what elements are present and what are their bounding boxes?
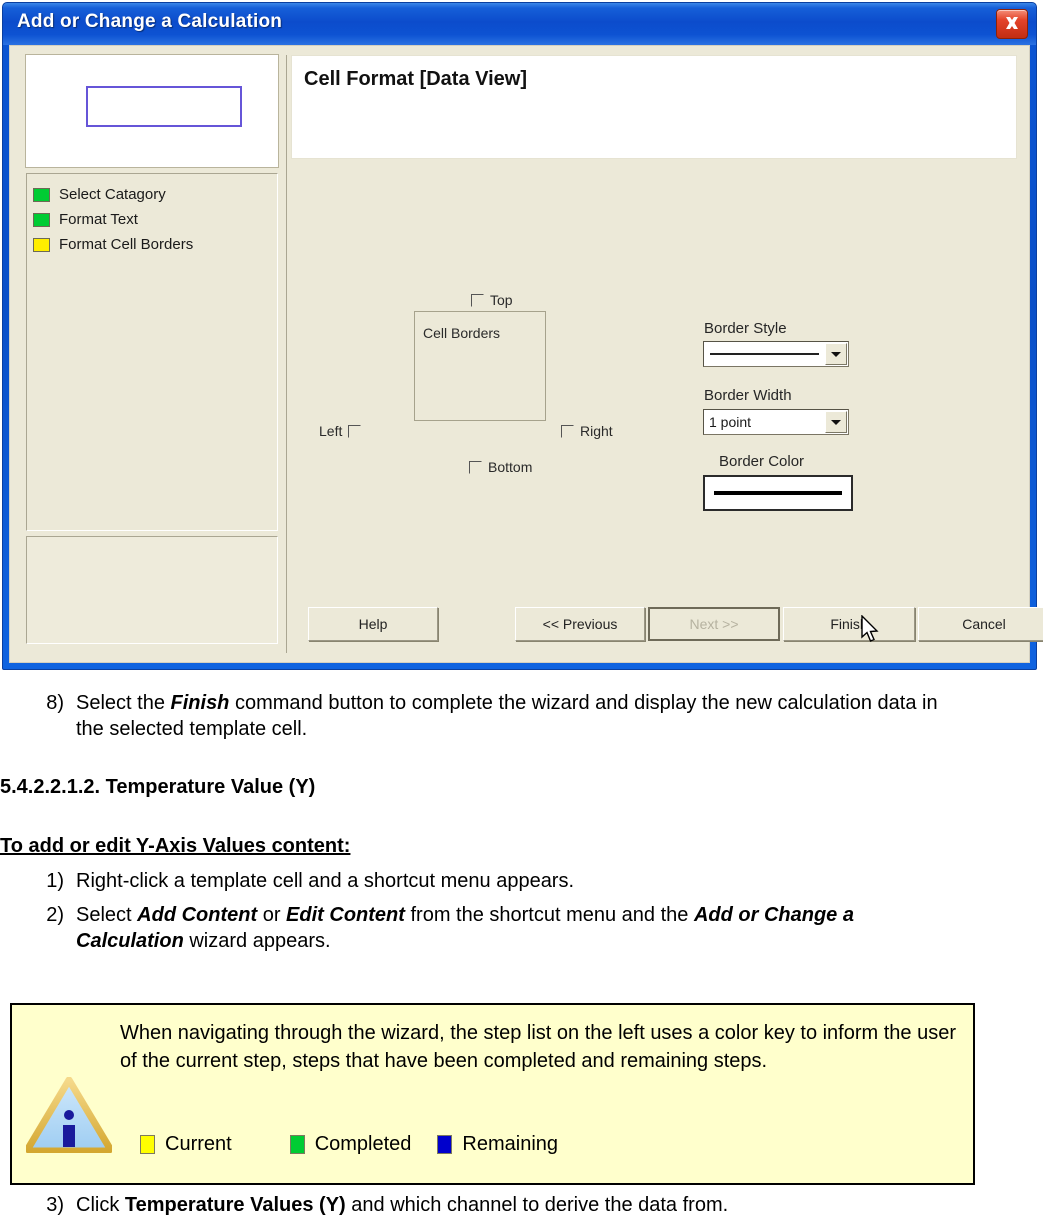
- list-number: 1): [46, 870, 64, 892]
- list-number: 8): [46, 692, 64, 714]
- dialog-footer: Help << Previous Next >> Finish Cancel: [291, 603, 1043, 651]
- color-swatch: [437, 1135, 453, 1154]
- checkbox-label: Top: [490, 292, 513, 308]
- border-width-dropdown[interactable]: 1 point: [703, 409, 849, 435]
- mouse-cursor-icon: [861, 615, 879, 642]
- checkbox-border-left[interactable]: Left: [319, 423, 362, 439]
- color-key-label: Current: [165, 1133, 232, 1155]
- sidebar-info-panel: [26, 536, 278, 644]
- step-status-swatch: [33, 212, 50, 227]
- border-color-line: [713, 491, 843, 495]
- close-icon: [1006, 17, 1018, 29]
- note-text: When navigating through the wizard, the …: [120, 1022, 957, 1072]
- chevron-down-icon[interactable]: [825, 411, 847, 433]
- color-key: Current Completed Remaining: [140, 1133, 558, 1156]
- sidebar-step-label: Format Text: [59, 211, 138, 228]
- sidebar-step-label: Select Catagory: [59, 186, 166, 203]
- cell-borders-legend: Cell Borders: [419, 325, 505, 341]
- step-status-swatch: [33, 237, 50, 252]
- previous-button[interactable]: << Previous: [515, 607, 645, 641]
- cancel-button[interactable]: Cancel: [918, 607, 1043, 641]
- dialog-screenshot: Add or Change a Calculation Select Catag…: [0, 0, 1043, 680]
- checkbox-border-top[interactable]: Top: [471, 292, 513, 308]
- checkbox-box: [348, 424, 362, 438]
- wizard-step-list: Select Catagory Format Text Format Cell …: [26, 173, 278, 531]
- procedure-subheading: To add or edit Y-Axis Values content:: [0, 835, 351, 857]
- main-header: Cell Format [Data View]: [291, 55, 1017, 159]
- sidebar-step-select-catagory[interactable]: Select Catagory: [33, 182, 277, 207]
- dialog-client-area: Select Catagory Format Text Format Cell …: [9, 45, 1043, 663]
- border-width-label: Border Width: [704, 387, 792, 404]
- main-body: Cell Borders Top Left Right Bottom Borde…: [291, 159, 1017, 599]
- checkbox-box: [561, 424, 574, 438]
- border-style-label: Border Style: [704, 320, 787, 337]
- list-item: 3) Click Temperature Values (Y) and whic…: [0, 1192, 1020, 1218]
- checkbox-box: [469, 460, 482, 474]
- wizard-main-panel: Cell Format [Data View] Cell Borders Top…: [286, 55, 1043, 653]
- list-text: Click Temperature Values (Y) and which c…: [76, 1192, 1020, 1218]
- color-key-current: Current: [140, 1133, 232, 1156]
- color-key-remaining: Remaining: [437, 1133, 558, 1156]
- color-key-label: Completed: [314, 1133, 412, 1155]
- finish-button[interactable]: Finish: [783, 607, 915, 641]
- step3-bold-temperature-values: Temperature Values (Y): [124, 1194, 346, 1216]
- document-body: 8) Select the Finish command button to c…: [0, 690, 1043, 962]
- list-text: Right-click a template cell and a shortc…: [76, 870, 575, 892]
- list-item: 8) Select the Finish command button to c…: [36, 690, 966, 742]
- section-heading: 5.4.2.2.1.2. Temperature Value (Y): [0, 776, 316, 798]
- step3-text-2: and which channel to derive the data fro…: [345, 1194, 729, 1216]
- checkbox-label: Bottom: [488, 459, 533, 475]
- step2-text-4: wizard appears.: [183, 930, 331, 952]
- step-status-swatch: [33, 187, 50, 202]
- checkbox-box: [471, 293, 484, 307]
- checkbox-label: Left: [319, 423, 343, 439]
- border-style-dropdown[interactable]: [703, 341, 849, 367]
- step2-text-1: Select: [76, 904, 138, 926]
- border-width-value: 1 point: [709, 414, 752, 430]
- step3-text-1: Click: [76, 1194, 125, 1216]
- preview-cell: [86, 86, 242, 127]
- close-button[interactable]: [996, 9, 1028, 39]
- note-callout: When navigating through the wizard, the …: [10, 1003, 975, 1185]
- step2-text-3: from the shortcut menu and the: [404, 904, 694, 926]
- step8-bold-finish: Finish: [170, 692, 230, 714]
- cell-preview-panel: [25, 54, 279, 168]
- list-text: Select Add Content or Edit Content from …: [76, 902, 966, 954]
- list-text: Select the Finish command button to comp…: [76, 690, 966, 742]
- dialog-window: Add or Change a Calculation Select Catag…: [2, 2, 1043, 670]
- checkbox-border-right[interactable]: Right: [561, 423, 613, 439]
- step8-text-1: Select the: [76, 692, 171, 714]
- page-title: Cell Format [Data View]: [304, 68, 528, 90]
- color-swatch: [140, 1135, 155, 1154]
- help-button[interactable]: Help: [308, 607, 438, 641]
- list-item: 1) Right-click a template cell and a sho…: [36, 868, 966, 894]
- color-swatch: [289, 1135, 305, 1154]
- border-color-label: Border Color: [719, 453, 805, 470]
- checkbox-border-bottom[interactable]: Bottom: [469, 459, 532, 475]
- sidebar-step-format-cell-borders[interactable]: Format Cell Borders: [33, 232, 277, 257]
- step2-bold-edit-content: Edit Content: [286, 904, 405, 926]
- dialog-titlebar: Add or Change a Calculation: [3, 3, 1036, 45]
- checkbox-label: Right: [580, 423, 613, 439]
- chevron-down-icon[interactable]: [825, 343, 847, 365]
- wizard-sidebar: Select Catagory Format Text Format Cell …: [25, 54, 279, 653]
- sidebar-step-label: Format Cell Borders: [59, 236, 194, 253]
- info-triangle-icon: [26, 1077, 112, 1153]
- border-color-swatch[interactable]: [703, 475, 853, 511]
- step2-bold-add-content: Add Content: [137, 904, 258, 926]
- color-key-completed: Completed: [289, 1133, 412, 1156]
- next-button: Next >>: [648, 607, 780, 641]
- list-item: 2) Select Add Content or Edit Content fr…: [36, 902, 966, 954]
- sidebar-step-format-text[interactable]: Format Text: [33, 207, 277, 232]
- border-style-sample: [710, 353, 819, 355]
- step2-text-2: or: [257, 904, 287, 926]
- list-number: 3): [46, 1194, 64, 1216]
- color-key-label: Remaining: [462, 1133, 559, 1155]
- dialog-title: Add or Change a Calculation: [17, 11, 283, 32]
- list-number: 2): [46, 904, 64, 926]
